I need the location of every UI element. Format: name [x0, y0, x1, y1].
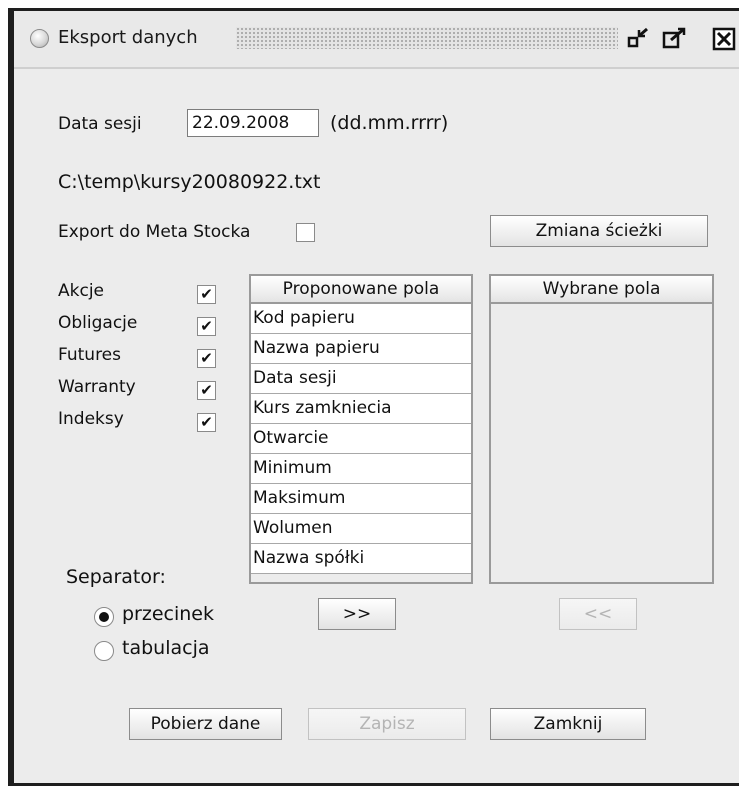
- maximize-icon[interactable]: [662, 27, 688, 51]
- window-title: Eksport danych: [58, 27, 198, 48]
- radio-selected-dot: [99, 612, 109, 622]
- instrument-checkbox-indeksy[interactable]: ✔: [197, 413, 216, 432]
- instrument-checkbox-akcje[interactable]: ✔: [197, 285, 216, 304]
- fetch-data-button[interactable]: Pobierz dane: [129, 708, 282, 740]
- file-path: C:\temp\kursy20080922.txt: [58, 171, 321, 193]
- close-icon[interactable]: [712, 27, 738, 51]
- session-date-label: Data sesji: [58, 114, 142, 134]
- radio-tabulacja[interactable]: [94, 641, 114, 661]
- metastock-checkbox[interactable]: [296, 223, 315, 242]
- close-button[interactable]: Zamknij: [490, 708, 646, 740]
- date-format-hint: (dd.mm.rrrr): [330, 112, 449, 134]
- selected-fields-panel: Wybrane pola: [489, 274, 714, 584]
- instrument-label-futures: Futures: [58, 345, 121, 365]
- metastock-label: Export do Meta Stocka: [58, 222, 251, 242]
- title-bar-grip[interactable]: [236, 27, 618, 49]
- proposed-field-item[interactable]: Maksimum: [251, 484, 471, 514]
- instrument-label-akcje: Akcje: [58, 281, 105, 301]
- remove-field-button[interactable]: <<: [559, 598, 637, 630]
- selected-fields-list[interactable]: [491, 304, 712, 582]
- instrument-label-warranty: Warranty: [58, 377, 136, 397]
- export-dialog: Eksport danych Data sesji 22.09.2008 (dd…: [8, 8, 739, 786]
- proposed-fields-header[interactable]: Proponowane pola: [251, 276, 471, 304]
- proposed-field-item[interactable]: Kod papieru: [251, 304, 471, 334]
- selected-fields-header[interactable]: Wybrane pola: [491, 276, 712, 304]
- separator-label: Separator:: [66, 566, 166, 588]
- radio-label-przecinek: przecinek: [122, 603, 214, 625]
- minimize-icon[interactable]: [626, 27, 652, 51]
- proposed-fields-list[interactable]: Kod papieru Nazwa papieru Data sesji Kur…: [251, 304, 471, 574]
- instrument-label-obligacje: Obligacje: [58, 313, 138, 333]
- title-bar[interactable]: Eksport danych: [14, 11, 739, 69]
- proposed-field-item[interactable]: Nazwa papieru: [251, 334, 471, 364]
- instrument-label-indeksy: Indeksy: [58, 409, 124, 429]
- radio-przecinek[interactable]: [94, 607, 114, 627]
- proposed-fields-panel: Proponowane pola Kod papieru Nazwa papie…: [249, 274, 473, 584]
- window-circle-icon: [30, 29, 49, 48]
- proposed-field-item[interactable]: Otwarcie: [251, 424, 471, 454]
- change-path-button[interactable]: Zmiana ścieżki: [490, 215, 708, 247]
- proposed-field-item[interactable]: Kurs zamkniecia: [251, 394, 471, 424]
- proposed-field-item[interactable]: Nazwa spółki: [251, 544, 471, 574]
- proposed-field-item[interactable]: Minimum: [251, 454, 471, 484]
- proposed-field-item[interactable]: Wolumen: [251, 514, 471, 544]
- radio-label-tabulacja: tabulacja: [122, 637, 210, 659]
- instrument-checkbox-obligacje[interactable]: ✔: [197, 317, 216, 336]
- save-button[interactable]: Zapisz: [308, 708, 466, 740]
- instrument-checkbox-warranty[interactable]: ✔: [197, 381, 216, 400]
- session-date-input[interactable]: 22.09.2008: [187, 109, 319, 137]
- instrument-checkbox-futures[interactable]: ✔: [197, 349, 216, 368]
- add-field-button[interactable]: >>: [318, 598, 396, 630]
- proposed-field-item[interactable]: Data sesji: [251, 364, 471, 394]
